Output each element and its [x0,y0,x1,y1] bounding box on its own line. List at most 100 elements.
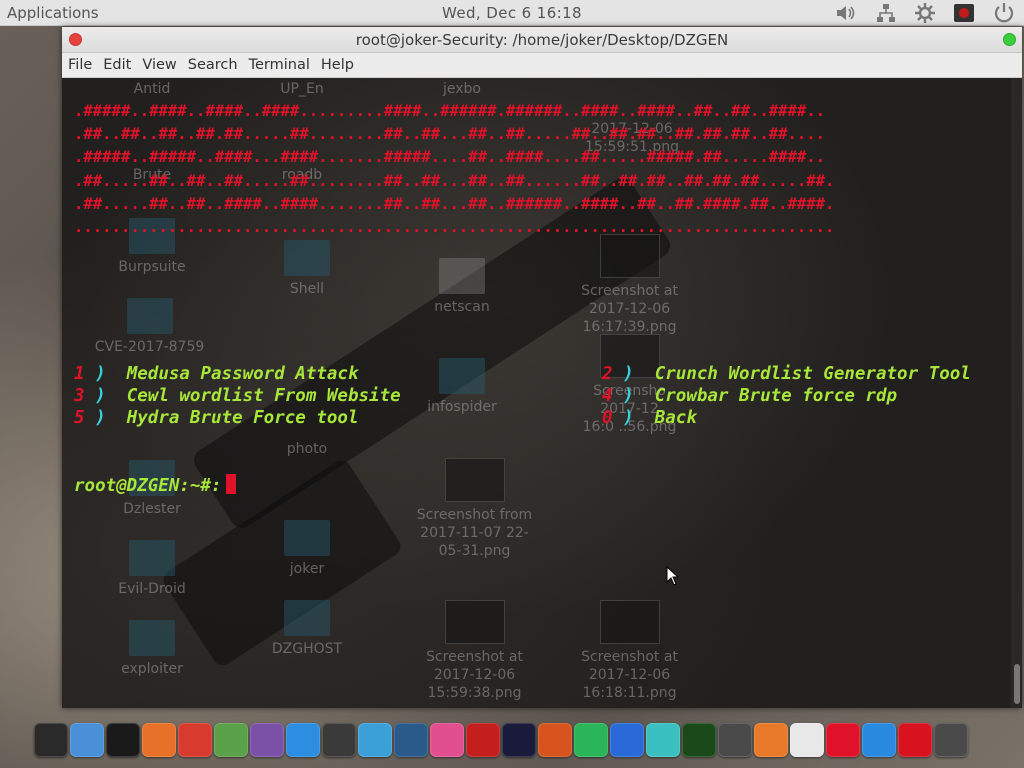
top-panel: Applications Wed, Dec 6 16:18 [0,0,1024,26]
itunes-icon[interactable] [430,723,464,757]
option-paren: ) [623,408,634,428]
ghost-icon: Screenshot at 2017-12-06 16:18:11.png [567,600,692,702]
ghost-icon-label: joker [289,561,325,577]
screen-record-icon[interactable] [953,2,975,24]
maximize-button[interactable] [1003,33,1016,46]
sublime-icon[interactable] [754,723,788,757]
diamond-icon[interactable] [826,723,860,757]
ghost-icon-label: jexbo [443,81,481,97]
scrollbar-thumb[interactable] [1014,664,1020,704]
menu-option-5: 5 ) Hydra Brute Force tool [74,408,359,428]
ghost-icon: DZGHOST [257,600,357,658]
ghost-icon-label: Dzlester [123,501,181,517]
banner-line: .##.....##..##..##.....##........##..##.… [74,171,835,190]
power-icon[interactable] [992,1,1016,25]
globe-icon[interactable] [214,723,248,757]
ghost-icon-label: photo [286,441,328,457]
dots-icon[interactable] [718,723,752,757]
filezilla-icon[interactable] [466,723,500,757]
option-paren: ) [95,408,106,428]
option-number: 0 [602,408,613,428]
workspace-switcher-icon[interactable] [34,723,68,757]
option-number: 2 [602,364,613,384]
viber-icon[interactable] [250,723,284,757]
final-cut-icon[interactable] [934,723,968,757]
menu-option-3: 3 ) Cewl wordlist From Website [74,386,401,406]
menu-view[interactable]: View [136,53,176,77]
option-label: Cewl wordlist From Website [126,386,401,406]
menu-option-0: 0 ) Back [602,408,697,428]
dock [30,716,998,764]
option-number: 4 [602,386,613,406]
app-store-icon[interactable] [286,723,320,757]
browser-icon[interactable] [394,723,428,757]
ghost-icon-label: exploiter [121,661,183,677]
option-number: 1 [74,364,85,384]
banner-line: .##.....##..##..####..####.......##..##.… [74,194,835,213]
option-paren: ) [95,386,106,406]
option-label: Back [654,408,697,428]
text-cursor [225,474,236,494]
terminal-icon[interactable] [106,723,140,757]
option-number: 5 [74,408,85,428]
option-number: 3 [74,386,85,406]
windows-icon[interactable] [862,723,896,757]
menu-file[interactable]: File [62,53,92,77]
menu-help[interactable]: Help [315,53,354,77]
banner-line: .#####..####..####..####.........####..#… [74,102,826,120]
window-titlebar[interactable]: root@joker-Security: /home/joker/Desktop… [62,27,1022,53]
ghost-icon: Screenshot at 2017-12-06 15:59:38.png [412,600,537,702]
banner-line: ........................................… [74,218,835,237]
anime-avatar-icon[interactable] [646,723,680,757]
ghost-icon-label: infospider [427,399,497,415]
shell-prompt[interactable]: root@DZGEN:~#: [74,474,236,496]
menu-edit[interactable]: Edit [97,53,131,77]
option-paren: ) [623,386,634,406]
menu-search[interactable]: Search [182,53,238,77]
ghost-icon: Screenshot at 2017-12-06 16:17:39.png [567,234,692,336]
volume-icon[interactable] [834,2,858,24]
record-icon[interactable] [898,723,932,757]
network-icon[interactable] [875,2,897,24]
ghost-icon: Shell [262,240,352,298]
ghost-icon: Evil-Droid [102,540,202,598]
mask-icon[interactable] [538,723,572,757]
ghost-icon-label: Antid [133,81,171,97]
ghost-icon: joker [262,520,352,578]
option-paren: ) [623,364,634,384]
terminal-window: root@joker-Security: /home/joker/Desktop… [62,27,1022,708]
ghost-icon: infospider [417,358,507,416]
finder-icon[interactable] [70,723,104,757]
notes-icon[interactable] [790,723,824,757]
option-paren: ) [95,364,106,384]
prompt-text: root@DZGEN:~#: [74,476,222,496]
ghost-icon: jexbo [422,80,502,98]
thunder-icon[interactable] [574,723,608,757]
ghost-icon-label: Screenshot at 2017-12-06 16:18:11.png [581,649,678,701]
terminal-body[interactable]: Antid UP_En jexbo Brute roadb 2017-12-06… [62,78,1011,708]
ghost-icon-label: Screenshot at 2017-12-06 15:59:38.png [426,649,523,701]
ghost-icon-label: Screenshot at 2017-12-06 16:17:39.png [581,283,678,335]
chrome-icon[interactable] [178,723,212,757]
menu-terminal[interactable]: Terminal [243,53,310,77]
terminal-scrollbar[interactable] [1011,78,1022,708]
ghost-icon-label: Screenshot from 2017-11-07 22- 05-31.png [416,507,533,559]
window-title: root@joker-Security: /home/joker/Desktop… [355,31,729,49]
menu-option-2: 2 ) Crunch Wordlist Generator Tool [602,364,971,384]
ghost-icon: CVE-2017-8759 [77,298,222,356]
monitor-icon[interactable] [682,723,716,757]
atom-icon[interactable] [358,723,392,757]
ghost-icon: Antid [112,80,192,98]
settings-icon[interactable] [914,2,936,24]
bull-icon[interactable] [502,723,536,757]
firefox-icon[interactable] [142,723,176,757]
code-editor-icon[interactable] [322,723,356,757]
ghost-icon-label: Evil-Droid [118,581,186,597]
malwarebytes-icon[interactable] [610,723,644,757]
menu-option-1: 1 ) Medusa Password Attack [74,364,359,384]
option-label: Hydra Brute Force tool [126,408,359,428]
ghost-icon: exploiter [102,620,202,678]
ghost-icon: netscan [417,258,507,316]
ghost-icon-label: UP_En [280,81,324,97]
system-tray [834,1,1016,25]
